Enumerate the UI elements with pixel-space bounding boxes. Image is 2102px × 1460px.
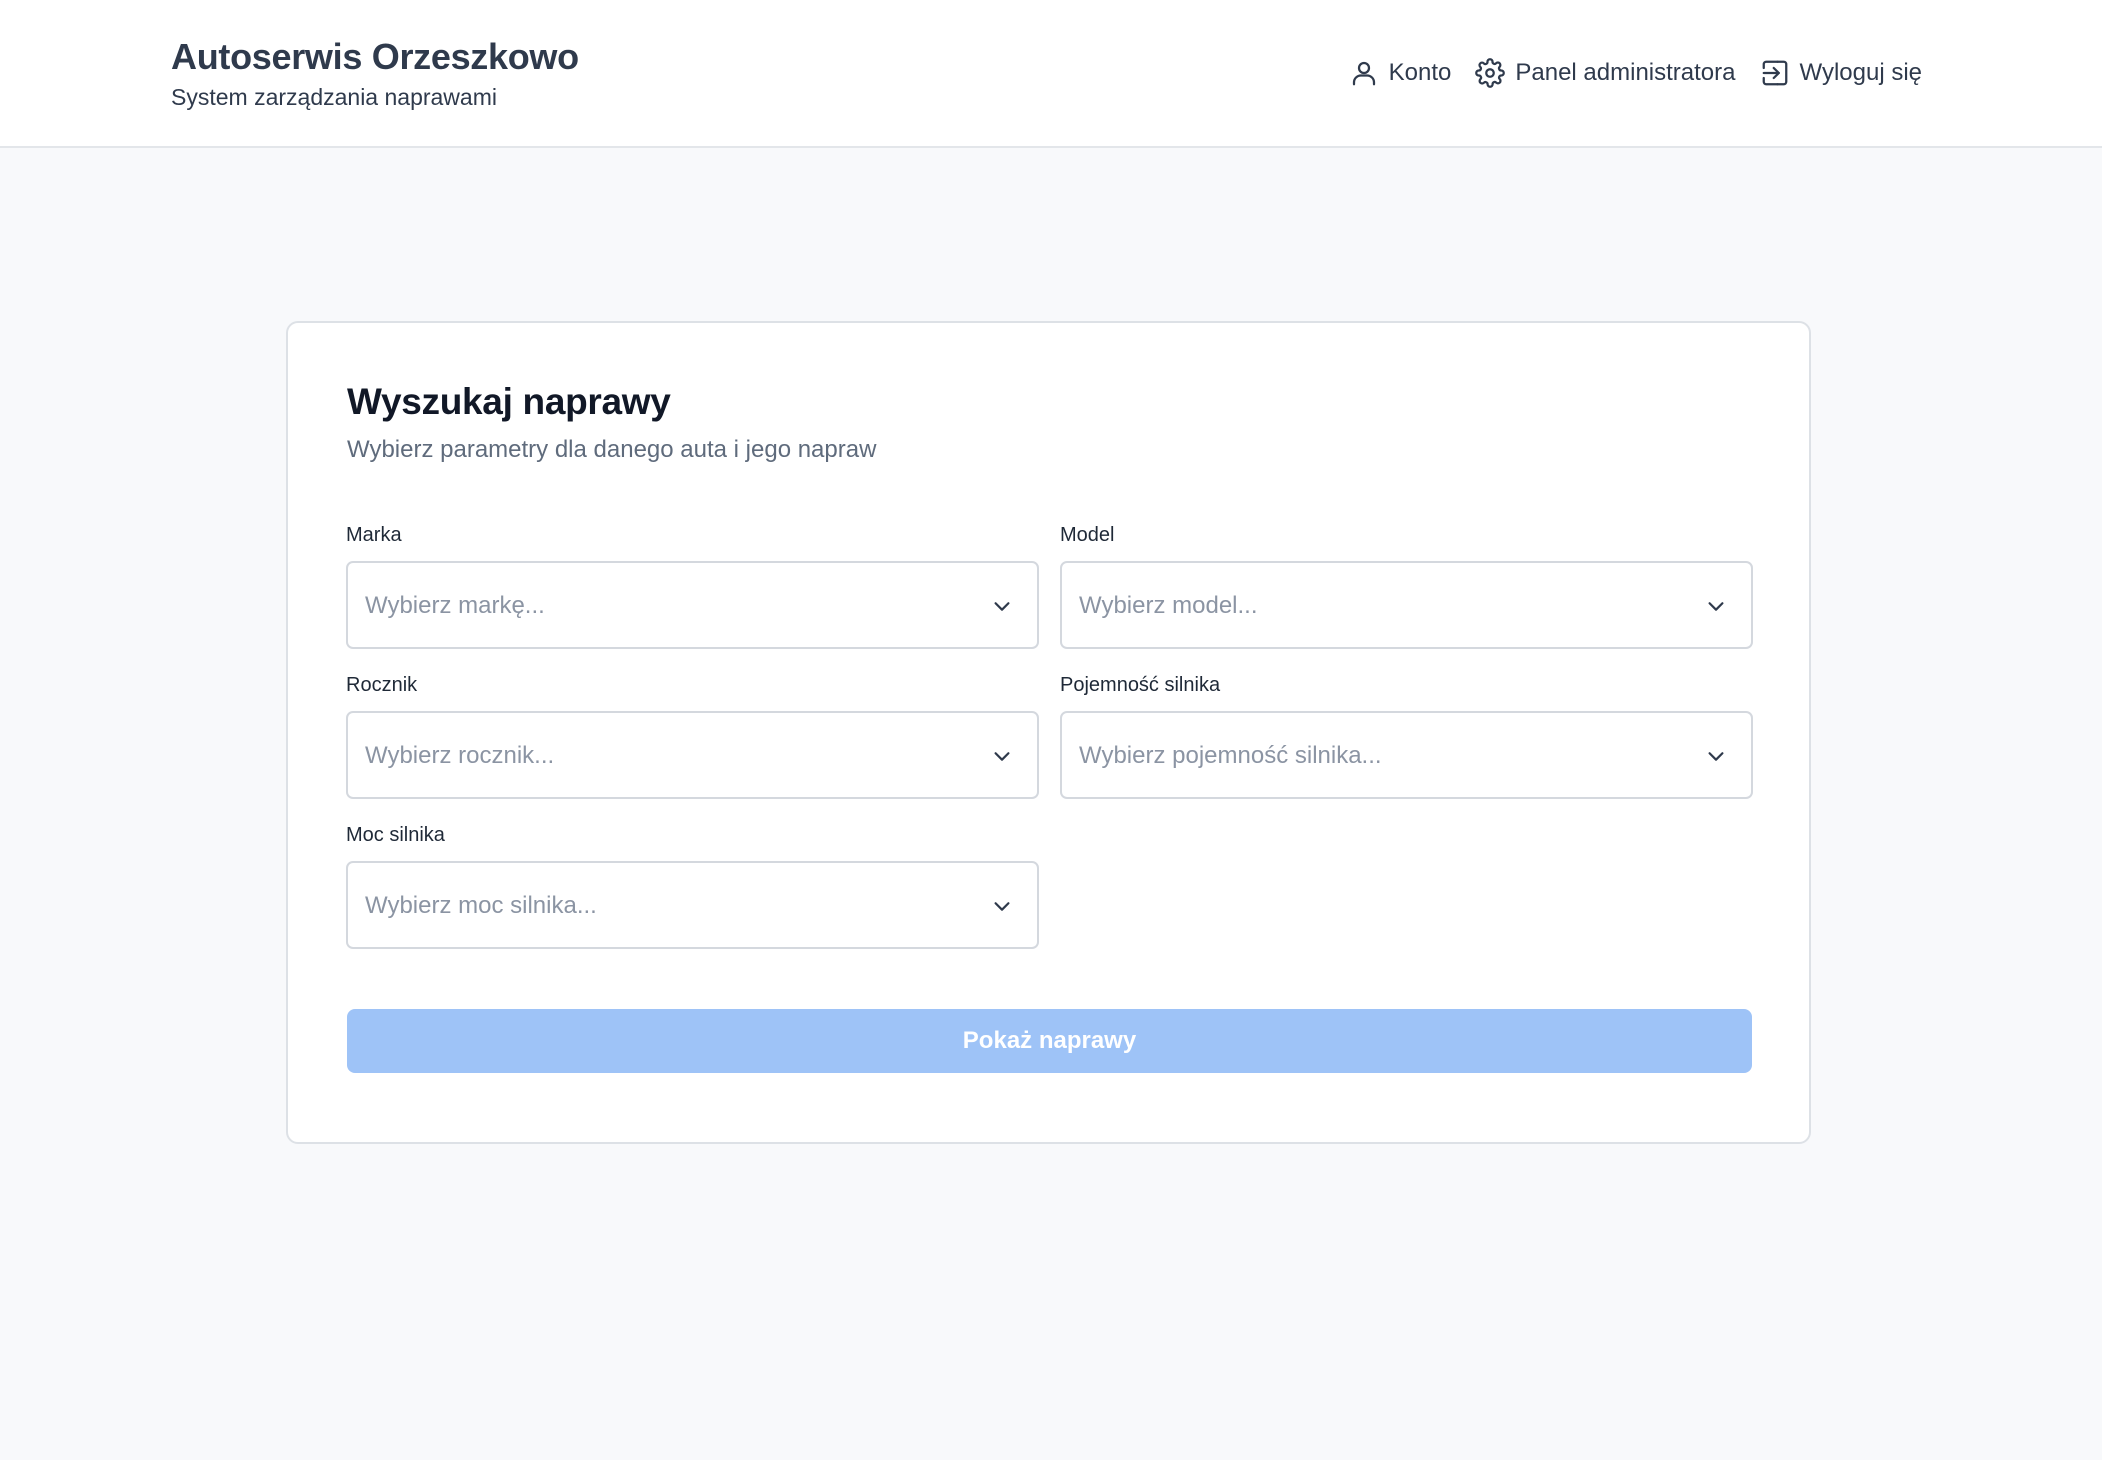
year-label: Rocznik xyxy=(346,674,418,696)
chevron-down-icon xyxy=(1708,602,1724,611)
user-icon xyxy=(1349,58,1379,88)
brand-select[interactable]: Wybierz markę... xyxy=(346,561,1039,649)
engine-power-field: Moc silnika Wybierz moc silnika... xyxy=(346,823,1039,949)
year-field: Rocznik Wybierz rocznik... xyxy=(346,673,1039,799)
logout-icon xyxy=(1760,58,1790,88)
brand: Autoserwis Orzeszkowo System zarządzania… xyxy=(171,34,579,112)
nav-logout-link[interactable]: Wyloguj się xyxy=(1760,58,1923,88)
model-select-placeholder: Wybierz model... xyxy=(1079,592,1258,619)
search-card-subtitle: Wybierz parametry dla danego auta i jego… xyxy=(347,436,877,463)
nav-admin-panel-link[interactable]: Panel administratora xyxy=(1475,58,1736,88)
model-label: Model xyxy=(1060,524,1115,546)
chevron-down-icon xyxy=(994,752,1010,761)
chevron-down-icon xyxy=(1708,752,1724,761)
chevron-down-icon xyxy=(994,902,1010,911)
search-card: Wyszukaj naprawy Wybierz parametry dla d… xyxy=(286,321,1811,1144)
engine-power-select-placeholder: Wybierz moc silnika... xyxy=(365,892,597,919)
model-field: Model Wybierz model... xyxy=(1060,523,1753,649)
gear-icon xyxy=(1475,58,1506,88)
top-bar: Autoserwis Orzeszkowo System zarządzania… xyxy=(0,0,2102,148)
brand-select-placeholder: Wybierz markę... xyxy=(365,592,545,619)
show-repairs-button[interactable]: Pokaż naprawy xyxy=(347,1009,1752,1073)
nav-account-link[interactable]: Konto xyxy=(1349,58,1452,88)
engine-capacity-label: Pojemność silnika xyxy=(1060,674,1221,696)
top-nav: Konto Panel administratora Wyloguj się xyxy=(1349,58,1922,88)
search-card-title: Wyszukaj naprawy xyxy=(347,381,671,422)
chevron-down-icon xyxy=(994,602,1010,611)
engine-capacity-select-placeholder: Wybierz pojemność silnika... xyxy=(1079,742,1382,769)
brand-field: Marka Wybierz markę... xyxy=(346,523,1039,649)
app-title: Autoserwis Orzeszkowo xyxy=(171,36,579,77)
brand-label: Marka xyxy=(346,524,402,546)
year-select-placeholder: Wybierz rocznik... xyxy=(365,742,555,769)
engine-power-label: Moc silnika xyxy=(346,824,445,846)
engine-capacity-field: Pojemność silnika Wybierz pojemność siln… xyxy=(1060,673,1753,799)
nav-account-label: Konto xyxy=(1388,59,1452,86)
engine-power-select[interactable]: Wybierz moc silnika... xyxy=(346,861,1039,949)
nav-logout-label: Wyloguj się xyxy=(1799,59,1923,86)
nav-admin-panel-label: Panel administratora xyxy=(1515,59,1736,86)
model-select[interactable]: Wybierz model... xyxy=(1060,561,1753,649)
engine-capacity-select[interactable]: Wybierz pojemność silnika... xyxy=(1060,711,1753,799)
app-subtitle: System zarządzania naprawami xyxy=(171,84,497,110)
year-select[interactable]: Wybierz rocznik... xyxy=(346,711,1039,799)
